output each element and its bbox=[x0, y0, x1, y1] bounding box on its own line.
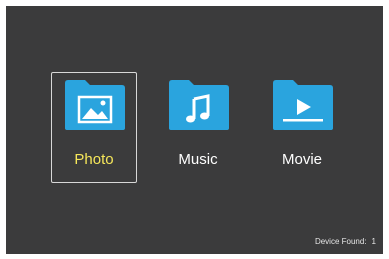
movie-label: Movie bbox=[281, 151, 322, 168]
photo-folder-icon bbox=[65, 80, 125, 130]
movie-folder-icon bbox=[273, 80, 333, 130]
movie-menu-item[interactable]: Movie bbox=[259, 72, 345, 183]
music-folder-icon bbox=[169, 80, 229, 130]
device-found-count: 1 bbox=[371, 237, 376, 246]
music-label: Music bbox=[178, 151, 218, 168]
photo-label: Photo bbox=[74, 151, 114, 168]
media-player-screen: Photo Music Movie Device Found: 1 bbox=[6, 6, 383, 254]
device-status: Device Found: 1 bbox=[315, 237, 376, 247]
device-found-label: Device Found: bbox=[314, 237, 367, 246]
music-menu-item[interactable]: Music bbox=[155, 72, 241, 183]
photo-menu-item[interactable]: Photo bbox=[51, 72, 137, 183]
